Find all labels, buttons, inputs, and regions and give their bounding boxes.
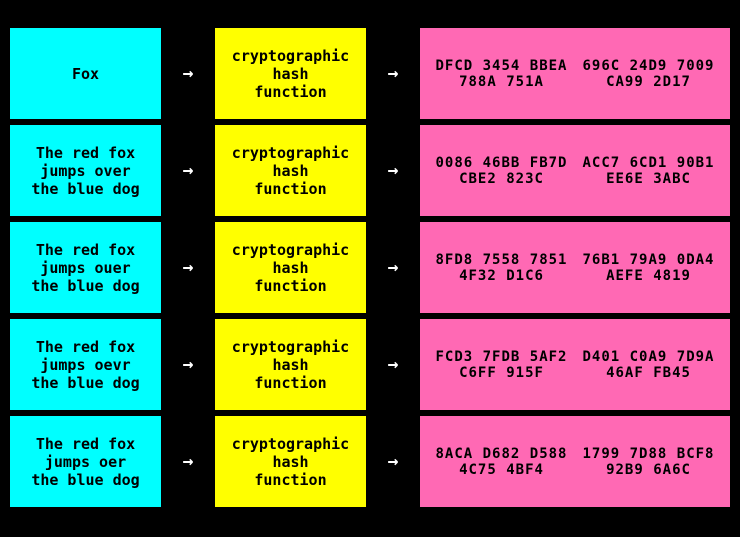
output-line2-0: 696C 24D9 7009 CA99 2D17 — [575, 58, 722, 90]
row-1: The red fox jumps over the blue dog→cryp… — [8, 123, 732, 218]
hash-box-1: cryptographic hash function — [213, 123, 368, 218]
arrow2-3: → — [368, 317, 418, 412]
input-box-2: The red fox jumps ouer the blue dog — [8, 220, 163, 315]
row-2: The red fox jumps ouer the blue dog→cryp… — [8, 220, 732, 315]
input-box-3: The red fox jumps oevr the blue dog — [8, 317, 163, 412]
output-line1-3: FCD3 7FDB 5AF2 C6FF 915F — [428, 349, 575, 381]
arrow1-1: → — [163, 123, 213, 218]
arrow1-2: → — [163, 220, 213, 315]
output-line1-2: 8FD8 7558 7851 4F32 D1C6 — [428, 252, 575, 284]
output-box-2: 8FD8 7558 7851 4F32 D1C676B1 79A9 0DA4 A… — [418, 220, 732, 315]
output-line2-4: 1799 7D88 BCF8 92B9 6A6C — [575, 446, 722, 478]
arrow2-2: → — [368, 220, 418, 315]
output-line2-3: D401 C0A9 7D9A 46AF FB45 — [575, 349, 722, 381]
arrow1-4: → — [163, 414, 213, 509]
hash-box-2: cryptographic hash function — [213, 220, 368, 315]
input-box-0: Fox — [8, 26, 163, 121]
arrow2-0: → — [368, 26, 418, 121]
arrow2-1: → — [368, 123, 418, 218]
hash-box-4: cryptographic hash function — [213, 414, 368, 509]
output-box-4: 8ACA D682 D588 4C75 4BF41799 7D88 BCF8 9… — [418, 414, 732, 509]
row-0: Fox→cryptographic hash function→DFCD 345… — [8, 26, 732, 121]
hash-box-3: cryptographic hash function — [213, 317, 368, 412]
output-line1-0: DFCD 3454 BBEA 788A 751A — [428, 58, 575, 90]
hash-box-0: cryptographic hash function — [213, 26, 368, 121]
output-box-0: DFCD 3454 BBEA 788A 751A696C 24D9 7009 C… — [418, 26, 732, 121]
output-line1-4: 8ACA D682 D588 4C75 4BF4 — [428, 446, 575, 478]
output-line1-1: 0086 46BB FB7D CBE2 823C — [428, 155, 575, 187]
main-container: Fox→cryptographic hash function→DFCD 345… — [0, 18, 740, 519]
output-line2-1: ACC7 6CD1 90B1 EE6E 3ABC — [575, 155, 722, 187]
row-4: The red fox jumps oer the blue dog→crypt… — [8, 414, 732, 509]
arrow2-4: → — [368, 414, 418, 509]
row-3: The red fox jumps oevr the blue dog→cryp… — [8, 317, 732, 412]
output-line2-2: 76B1 79A9 0DA4 AEFE 4819 — [575, 252, 722, 284]
output-box-3: FCD3 7FDB 5AF2 C6FF 915FD401 C0A9 7D9A 4… — [418, 317, 732, 412]
input-box-4: The red fox jumps oer the blue dog — [8, 414, 163, 509]
arrow1-3: → — [163, 317, 213, 412]
arrow1-0: → — [163, 26, 213, 121]
output-box-1: 0086 46BB FB7D CBE2 823CACC7 6CD1 90B1 E… — [418, 123, 732, 218]
input-box-1: The red fox jumps over the blue dog — [8, 123, 163, 218]
